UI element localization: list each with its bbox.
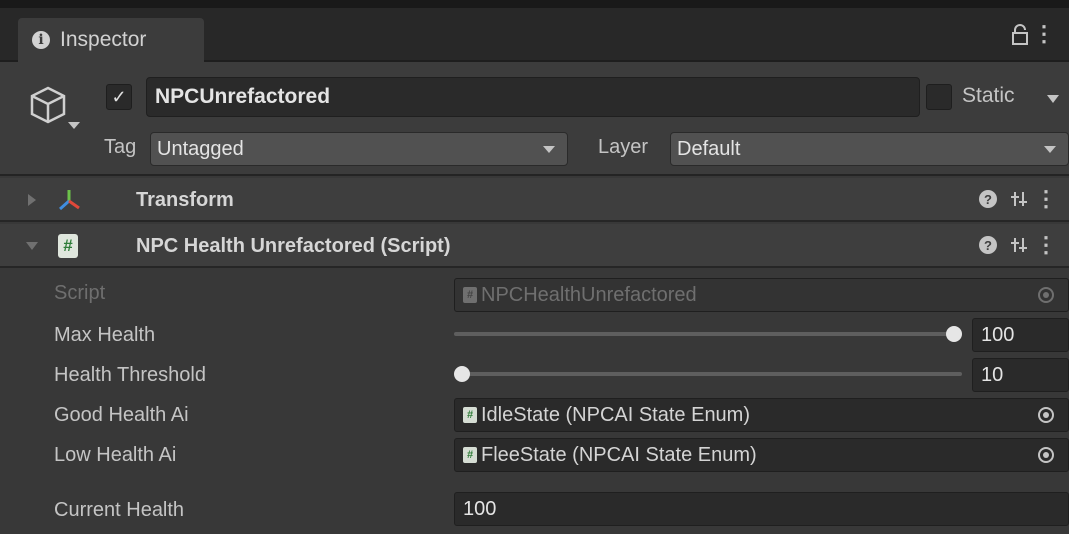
foldout-collapsed-icon[interactable] bbox=[28, 194, 36, 206]
good-health-ai-label: Good Health Ai bbox=[54, 404, 189, 426]
health-threshold-slider[interactable] bbox=[454, 366, 962, 382]
info-icon: i bbox=[32, 31, 50, 49]
checkmark-icon: ✓ bbox=[111, 86, 127, 107]
max-health-value: 100 bbox=[981, 323, 1015, 346]
script-component-body: Script # NPCHealthUnrefactored Max Healt… bbox=[0, 270, 1069, 534]
max-health-label: Max Health bbox=[54, 324, 156, 346]
health-threshold-value: 10 bbox=[981, 363, 1004, 386]
icon-dropdown-arrow-icon[interactable] bbox=[68, 122, 80, 129]
object-name-text: NPCUnrefactored bbox=[155, 85, 331, 108]
component-menu-icon[interactable]: ⋮ bbox=[1035, 188, 1057, 210]
good-health-ai-field[interactable]: # IdleState (NPCAI State Enum) bbox=[454, 398, 1069, 432]
component-header-transform[interactable]: Transform ? ⋮ bbox=[0, 178, 1069, 222]
object-header: ✓ NPCUnrefactored Static Tag Untagged La… bbox=[0, 62, 1069, 176]
tag-label: Tag bbox=[104, 136, 137, 158]
current-health-field[interactable]: 100 bbox=[454, 492, 1069, 526]
static-dropdown-arrow-icon[interactable] bbox=[1047, 95, 1059, 103]
layer-dropdown[interactable]: Default bbox=[670, 132, 1069, 166]
component-title: NPC Health Unrefactored (Script) bbox=[136, 235, 451, 257]
layer-value: Default bbox=[677, 137, 741, 160]
component-menu-icon[interactable]: ⋮ bbox=[1035, 234, 1057, 256]
low-health-ai-label: Low Health Ai bbox=[54, 444, 177, 466]
layer-label: Layer bbox=[598, 136, 649, 158]
static-checkbox[interactable] bbox=[926, 84, 952, 110]
health-threshold-slider-thumb[interactable] bbox=[454, 366, 470, 382]
script-value: NPCHealthUnrefactored bbox=[481, 283, 697, 306]
script-field: # NPCHealthUnrefactored bbox=[454, 278, 1069, 312]
presets-icon[interactable] bbox=[1009, 235, 1029, 255]
component-header-script[interactable]: # NPC Health Unrefactored (Script) ? ⋮ bbox=[0, 224, 1069, 268]
tab-title: Inspector bbox=[60, 28, 147, 51]
low-health-ai-value: FleeState (NPCAI State Enum) bbox=[481, 443, 757, 466]
script-label: Script bbox=[54, 282, 106, 304]
object-name-field[interactable]: NPCUnrefactored bbox=[146, 77, 920, 117]
presets-icon[interactable] bbox=[1009, 189, 1029, 209]
max-health-slider-thumb[interactable] bbox=[946, 326, 962, 342]
static-label: Static bbox=[962, 84, 1015, 107]
lock-icon[interactable] bbox=[1011, 24, 1029, 52]
help-icon[interactable]: ? bbox=[979, 236, 997, 254]
csharp-script-icon: # bbox=[463, 287, 477, 303]
current-health-label: Current Health bbox=[54, 499, 185, 521]
tag-value: Untagged bbox=[157, 137, 244, 160]
csharp-script-icon: # bbox=[463, 447, 477, 463]
component-title: Transform bbox=[136, 189, 234, 211]
health-threshold-label: Health Threshold bbox=[54, 364, 206, 386]
csharp-script-icon: # bbox=[463, 407, 477, 423]
chevron-down-icon bbox=[543, 146, 555, 153]
active-checkbox[interactable]: ✓ bbox=[106, 84, 132, 110]
object-picker-icon[interactable] bbox=[1038, 407, 1054, 423]
csharp-script-icon: # bbox=[58, 234, 78, 258]
tab-menu-icon[interactable]: ⋮ bbox=[1033, 23, 1055, 45]
tag-dropdown[interactable]: Untagged bbox=[150, 132, 568, 166]
current-health-value: 100 bbox=[463, 497, 497, 520]
help-icon[interactable]: ? bbox=[979, 190, 997, 208]
low-health-ai-field[interactable]: # FleeState (NPCAI State Enum) bbox=[454, 438, 1069, 472]
tab-inspector[interactable]: i Inspector bbox=[18, 18, 204, 62]
cube-icon[interactable] bbox=[26, 84, 70, 128]
max-health-slider[interactable] bbox=[454, 326, 962, 342]
health-threshold-field[interactable]: 10 bbox=[972, 358, 1069, 392]
inspector-window: i Inspector ⋮ ✓ NPCUnrefactored Static T… bbox=[0, 0, 1069, 534]
object-picker-icon bbox=[1038, 287, 1054, 303]
chevron-down-icon bbox=[1044, 146, 1056, 153]
foldout-expanded-icon[interactable] bbox=[26, 242, 38, 250]
object-picker-icon[interactable] bbox=[1038, 447, 1054, 463]
tab-bar: i Inspector ⋮ bbox=[0, 8, 1069, 62]
max-health-field[interactable]: 100 bbox=[972, 318, 1069, 352]
transform-axes-icon bbox=[59, 190, 80, 211]
good-health-ai-value: IdleState (NPCAI State Enum) bbox=[481, 403, 751, 426]
